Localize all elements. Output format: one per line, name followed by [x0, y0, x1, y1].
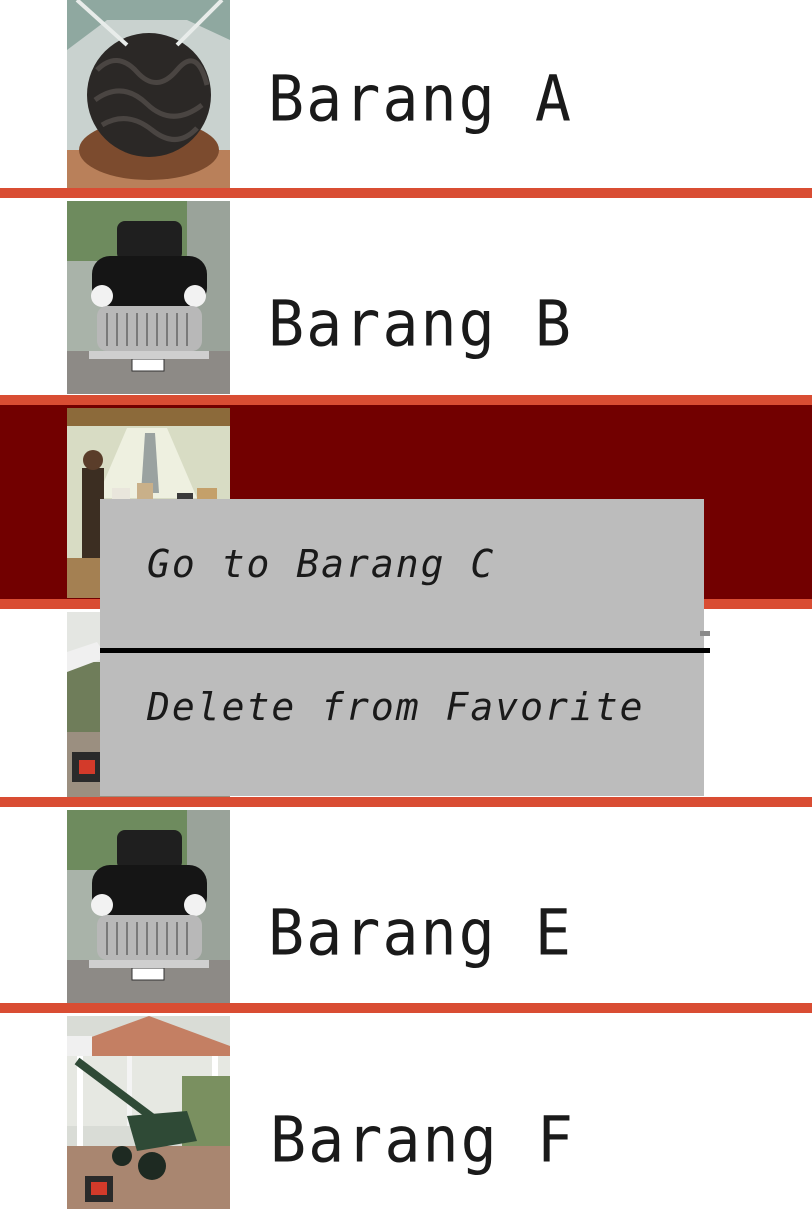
list-item[interactable]: Barang B — [0, 198, 812, 395]
item-thumbnail — [67, 1016, 230, 1209]
item-thumbnail — [67, 0, 230, 188]
delete-from-favorite-menu-item[interactable]: Delete from Favorite — [100, 651, 704, 799]
item-label: Barang A — [268, 62, 573, 137]
menu-divider — [100, 648, 710, 653]
item-label: Barang E — [268, 896, 573, 971]
list-item[interactable]: Barang F — [0, 1013, 812, 1209]
delete-from-favorite-label: Delete from Favorite — [147, 685, 645, 729]
row-divider — [0, 1003, 812, 1013]
list-item[interactable]: Barang A — [0, 0, 812, 188]
go-to-item-menu-item[interactable]: Go to Barang C — [100, 499, 704, 647]
row-divider — [0, 188, 812, 198]
list-item[interactable]: Barang E — [0, 807, 812, 1003]
item-thumbnail — [67, 201, 230, 394]
item-thumbnail — [67, 810, 230, 1003]
row-divider — [0, 395, 812, 405]
item-label: Barang F — [270, 1103, 575, 1178]
go-to-item-label: Go to Barang C — [147, 542, 496, 586]
item-label: Barang B — [268, 287, 573, 362]
menu-divider-edge — [700, 631, 710, 636]
